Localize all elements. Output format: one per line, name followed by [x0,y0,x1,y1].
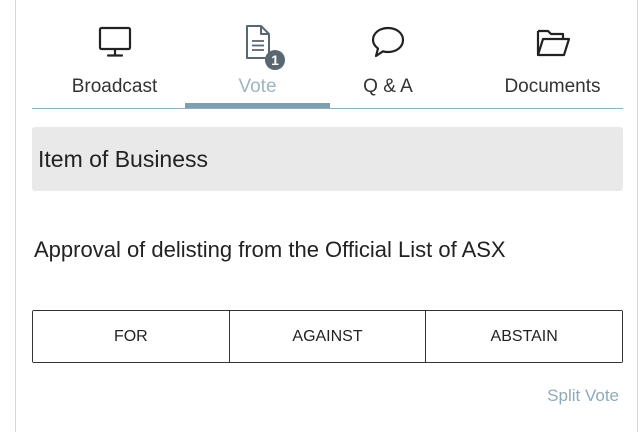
tab-qa-label: Q & A [363,76,413,97]
tab-broadcast-label: Broadcast [71,76,158,97]
tab-documents-label: Documents [504,76,601,97]
tab-documents[interactable]: Documents [490,0,615,108]
vote-for-button[interactable]: FOR [33,311,229,362]
active-tab-indicator [185,103,330,108]
resolution-text: Approval of delisting from the Official … [34,237,506,262]
vote-options: FOR AGAINST ABSTAIN [32,310,623,363]
tab-vote[interactable]: Vote [200,0,315,108]
tab-qa[interactable]: Q & A [348,0,428,108]
folder-icon [536,29,570,57]
vote-count-badge: 1 [265,50,285,70]
tab-vote-label: Vote [238,76,277,97]
section-title: Item of Business [38,146,209,172]
vote-abstain-button[interactable]: ABSTAIN [425,311,623,362]
chat-bubble-icon [371,26,405,58]
vote-against-button[interactable]: AGAINST [228,311,426,362]
split-vote-link[interactable]: Split Vote [547,385,619,407]
tab-broadcast[interactable]: Broadcast [62,0,167,108]
item-of-business-header: Item of Business [32,127,623,191]
monitor-icon [98,26,131,57]
